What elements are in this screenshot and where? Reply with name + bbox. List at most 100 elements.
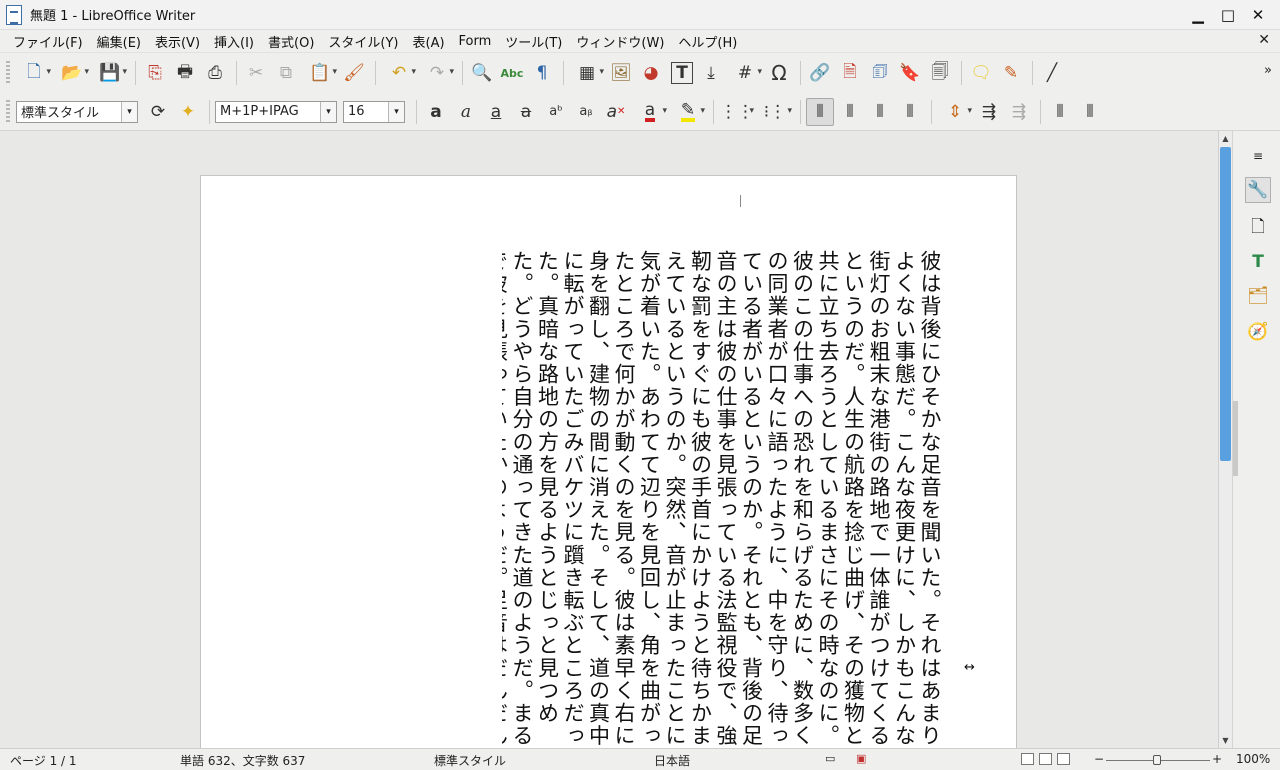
page-break-icon[interactable]: ⤓ bbox=[697, 59, 725, 87]
insert-image-icon[interactable]: 🖼 bbox=[607, 59, 635, 87]
zoom-out-button[interactable]: − bbox=[1094, 752, 1104, 766]
endnote-icon[interactable]: 🗊 bbox=[866, 59, 894, 87]
menu-table[interactable]: 表(A) bbox=[406, 32, 452, 51]
new-style-icon[interactable]: ✦ bbox=[174, 98, 202, 126]
new-document-icon[interactable]: 🗋 bbox=[16, 59, 52, 87]
multi-page-view-icon[interactable] bbox=[1039, 753, 1052, 765]
spelling-icon[interactable]: Abc bbox=[498, 59, 526, 87]
menu-window[interactable]: ウィンドウ(W) bbox=[569, 32, 671, 51]
hyperlink-icon[interactable]: 🔗 bbox=[806, 59, 834, 87]
cross-reference-icon[interactable]: 🗐 bbox=[926, 59, 954, 87]
font-name-combo[interactable]: M+1P+IPAG ▾ bbox=[215, 100, 337, 123]
menu-form[interactable]: Form bbox=[452, 34, 499, 49]
zoom-level[interactable]: 100% bbox=[1236, 752, 1270, 766]
toolbar-grip[interactable] bbox=[6, 61, 10, 85]
toolbar-grip[interactable] bbox=[6, 99, 10, 124]
cut-icon[interactable]: ✂ bbox=[242, 59, 270, 87]
align-center-vertical-icon[interactable]: ⦀ bbox=[836, 98, 864, 126]
close-document-icon[interactable]: ✕ bbox=[1258, 32, 1270, 48]
chevron-down-icon[interactable]: ▾ bbox=[121, 101, 137, 122]
single-page-view-icon[interactable] bbox=[1021, 753, 1034, 765]
status-language[interactable]: 日本語 bbox=[654, 752, 690, 769]
increase-indent-icon[interactable]: ⦀ bbox=[1046, 98, 1074, 126]
insert-chart-icon[interactable]: ◕ bbox=[637, 59, 665, 87]
scroll-up-icon[interactable]: ▲ bbox=[1219, 132, 1232, 145]
book-view-icon[interactable] bbox=[1057, 753, 1070, 765]
document-page[interactable]: 彼は背後にひそかな足音を聞いた。それはあまりよくない事態だ。こんな夜更けに、しか… bbox=[200, 175, 1017, 748]
footnote-icon[interactable]: 🗎 bbox=[836, 59, 864, 87]
italic-icon[interactable]: a bbox=[452, 98, 480, 126]
insert-field-icon[interactable]: # bbox=[727, 59, 763, 87]
maximize-button[interactable]: □ bbox=[1216, 4, 1240, 26]
export-pdf-icon[interactable]: ⎘ bbox=[141, 59, 169, 87]
align-top-icon[interactable]: ⦀ bbox=[806, 97, 834, 126]
font-color-icon[interactable]: a bbox=[632, 98, 668, 126]
gallery-icon[interactable]: 🗂 bbox=[1245, 283, 1271, 309]
insert-line-icon[interactable]: ╱ bbox=[1038, 59, 1066, 87]
update-style-icon[interactable]: ⟳ bbox=[144, 98, 172, 126]
insert-textbox-icon[interactable]: T bbox=[671, 62, 693, 84]
clone-formatting-icon[interactable]: 🖌 bbox=[340, 59, 368, 87]
font-size-combo[interactable]: 16 ▾ bbox=[343, 100, 405, 123]
zoom-slider-knob[interactable] bbox=[1153, 755, 1161, 765]
increase-spacing-icon[interactable]: ⇶ bbox=[975, 98, 1003, 126]
open-folder-icon[interactable]: 📂 bbox=[54, 59, 90, 87]
page-icon[interactable]: 🗋 bbox=[1245, 215, 1271, 241]
copy-icon[interactable]: ⧉ bbox=[272, 59, 300, 87]
print-icon[interactable]: 🖶 bbox=[171, 59, 199, 87]
word-count[interactable]: 単語 632、文字数 637 bbox=[180, 752, 305, 769]
undo-icon[interactable]: ↶ bbox=[381, 59, 417, 87]
insert-table-icon[interactable]: ▦ bbox=[569, 59, 605, 87]
scrollbar-thumb[interactable] bbox=[1220, 147, 1231, 461]
paste-icon[interactable]: 📋 bbox=[302, 59, 338, 87]
highlight-color-icon[interactable]: ✎ bbox=[670, 98, 706, 126]
subscript-icon[interactable]: aᵦ bbox=[572, 98, 600, 126]
sidebar-menu-icon[interactable]: ≡ bbox=[1245, 143, 1271, 169]
align-bottom-icon[interactable]: ⦀ bbox=[866, 98, 894, 126]
chevron-down-icon[interactable]: ▾ bbox=[388, 101, 404, 122]
insert-mode-icon[interactable]: ▭ bbox=[825, 752, 835, 765]
decrease-spacing-icon[interactable]: ⇶ bbox=[1005, 98, 1033, 126]
menu-help[interactable]: ヘルプ(H) bbox=[671, 32, 744, 51]
underline-icon[interactable]: a bbox=[482, 98, 510, 126]
bold-icon[interactable]: a bbox=[422, 98, 450, 126]
chevron-down-icon[interactable]: ▾ bbox=[320, 101, 336, 122]
minimize-button[interactable]: ▁ bbox=[1186, 4, 1210, 26]
special-character-icon[interactable]: Ω bbox=[765, 59, 793, 87]
clear-formatting-icon[interactable]: a ✕ bbox=[602, 98, 630, 126]
bullets-icon[interactable]: ⋮⋮ bbox=[719, 98, 755, 126]
justify-vertical-icon[interactable]: ⦀ bbox=[896, 98, 924, 126]
zoom-in-button[interactable]: + bbox=[1212, 752, 1222, 766]
properties-icon[interactable]: 🔧 bbox=[1245, 177, 1271, 203]
track-changes-icon[interactable]: ✎ bbox=[997, 59, 1025, 87]
formatting-marks-icon[interactable]: ¶ bbox=[528, 59, 556, 87]
line-spacing-icon[interactable]: ⇕ bbox=[937, 98, 973, 126]
menu-format[interactable]: 書式(O) bbox=[261, 32, 321, 51]
save-icon[interactable]: 💾 bbox=[92, 59, 128, 87]
menu-tools[interactable]: ツール(T) bbox=[498, 32, 569, 51]
status-page-style[interactable]: 標準スタイル bbox=[434, 752, 506, 769]
print-preview-icon[interactable]: ⎙ bbox=[201, 59, 229, 87]
numbering-icon[interactable]: ⁝⋮ bbox=[757, 98, 793, 126]
comment-icon[interactable]: 🗨 bbox=[967, 59, 995, 87]
menu-styles[interactable]: スタイル(Y) bbox=[321, 32, 405, 51]
decrease-indent-icon[interactable]: ⦀ bbox=[1076, 98, 1104, 126]
document-text[interactable]: 彼は背後にひそかな足音を聞いた。それはあまりよくない事態だ。こんな夜更けに、しか… bbox=[502, 250, 942, 748]
scroll-down-icon[interactable]: ▼ bbox=[1219, 734, 1232, 747]
bookmark-icon[interactable]: 🔖 bbox=[896, 59, 924, 87]
sidebar-grip[interactable] bbox=[1233, 401, 1238, 476]
vertical-scrollbar[interactable]: ▲ ▼ bbox=[1218, 131, 1232, 748]
superscript-icon[interactable]: aᵇ bbox=[542, 98, 570, 126]
styles-icon[interactable]: T bbox=[1245, 249, 1271, 275]
strikethrough-icon[interactable]: a bbox=[512, 98, 540, 126]
paragraph-style-combo[interactable]: 標準スタイル ▾ bbox=[16, 100, 138, 123]
toolbar-overflow-icon[interactable]: » bbox=[1264, 63, 1272, 78]
menu-insert[interactable]: 挿入(I) bbox=[207, 32, 261, 51]
menu-file[interactable]: ファイル(F) bbox=[6, 32, 90, 51]
find-replace-icon[interactable]: 🔍 bbox=[468, 59, 496, 87]
menu-view[interactable]: 表示(V) bbox=[148, 32, 207, 51]
menu-edit[interactable]: 編集(E) bbox=[90, 32, 148, 51]
close-button[interactable]: ✕ bbox=[1246, 4, 1270, 26]
page-indicator[interactable]: ページ 1 / 1 bbox=[10, 752, 77, 769]
redo-icon[interactable]: ↷ bbox=[419, 59, 455, 87]
